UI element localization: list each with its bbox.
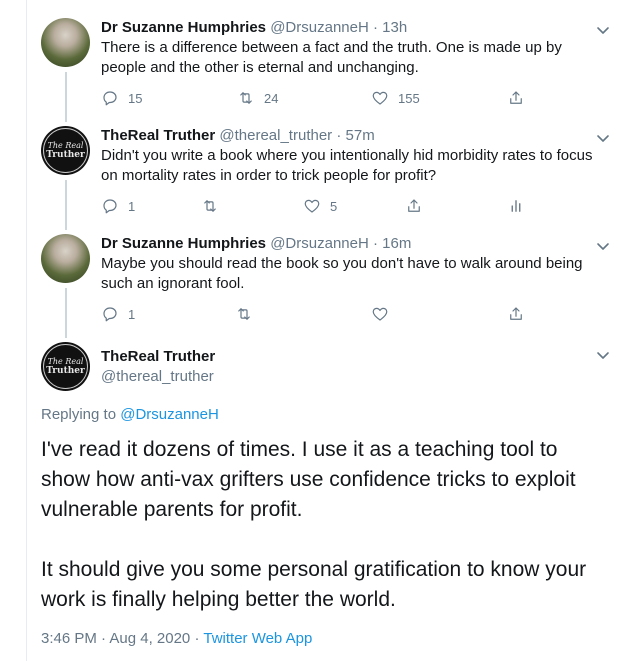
like-button[interactable]: 5 bbox=[303, 196, 337, 216]
retweet-button[interactable] bbox=[201, 196, 219, 216]
author-name[interactable]: TheReal Truther bbox=[101, 127, 215, 144]
share-icon bbox=[510, 307, 522, 320]
tweet-text: There is a difference between a fact and… bbox=[101, 39, 562, 76]
share-icon bbox=[510, 91, 522, 104]
like-count: 5 bbox=[330, 198, 338, 214]
author-block: TheReal Truther @thereal_truther bbox=[101, 347, 215, 387]
replying-prefix: Replying to bbox=[41, 406, 117, 423]
author-handle[interactable]: @thereal_truther bbox=[219, 127, 332, 144]
reply-button[interactable]: 15 bbox=[101, 88, 142, 108]
tweet-body: Dr Suzanne Humphries @DrsuzanneH · 13h T… bbox=[101, 18, 611, 78]
avatar-logo-line2: Truther bbox=[46, 366, 85, 376]
author-name[interactable]: Dr Suzanne Humphries bbox=[101, 235, 266, 252]
avatar[interactable]: The Real Truther bbox=[41, 342, 90, 391]
tweet-timestamp[interactable]: 3:46 PM · Aug 4, 2020 bbox=[41, 630, 190, 647]
tweet-time[interactable]: 57m bbox=[346, 127, 375, 144]
tweet-source-app[interactable]: Twitter Web App bbox=[203, 630, 312, 647]
avatar[interactable]: The Real Truther bbox=[41, 126, 90, 175]
author-handle[interactable]: @DrsuzanneH bbox=[270, 19, 369, 36]
tweet[interactable]: Dr Suzanne Humphries @DrsuzanneH · 13h T… bbox=[41, 18, 611, 118]
retweet-icon bbox=[238, 308, 250, 320]
tweet-meta: 3:46 PM · Aug 4, 2020 · Twitter Web App bbox=[41, 630, 312, 647]
tweet-actions: 15 24 155 bbox=[101, 88, 561, 108]
analytics-button[interactable] bbox=[507, 196, 525, 216]
avatar[interactable] bbox=[41, 18, 90, 67]
avatar[interactable] bbox=[41, 234, 90, 283]
avatar-logo: The Real Truther bbox=[43, 128, 88, 173]
retweet-button[interactable]: 24 bbox=[237, 88, 278, 108]
retweet-count: 24 bbox=[264, 90, 279, 106]
author-name[interactable]: Dr Suzanne Humphries bbox=[101, 19, 266, 36]
reply-button[interactable]: 1 bbox=[101, 304, 135, 324]
tweet-text: Maybe you should read the book so you do… bbox=[101, 255, 583, 292]
separator: · bbox=[372, 19, 378, 36]
tweet-header: TheReal Truther @thereal_truther · 57m bbox=[101, 126, 611, 146]
reply-icon bbox=[103, 91, 117, 106]
tweet-body: TheReal Truther @thereal_truther · 57m D… bbox=[101, 126, 611, 186]
like-button[interactable] bbox=[371, 304, 389, 324]
retweet-button[interactable] bbox=[235, 304, 253, 324]
separator: · bbox=[336, 127, 342, 144]
reply-count: 15 bbox=[128, 90, 143, 106]
avatar-logo-line1: The Real bbox=[47, 141, 84, 150]
like-icon bbox=[372, 91, 388, 105]
chevron-down-icon[interactable] bbox=[595, 22, 611, 38]
separator: · bbox=[372, 235, 378, 252]
retweet-icon bbox=[204, 200, 216, 212]
reply-count: 1 bbox=[128, 198, 136, 214]
analytics-icon bbox=[511, 200, 521, 212]
chevron-down-icon[interactable] bbox=[595, 130, 611, 146]
tweet-time[interactable]: 16m bbox=[382, 235, 411, 252]
tweet-text: Didn't you write a book where you intent… bbox=[101, 147, 593, 184]
chevron-down-icon[interactable] bbox=[595, 347, 611, 363]
main-tweet-text: I've read it dozens of times. I use it a… bbox=[41, 435, 601, 615]
avatar-logo-line2: Truther bbox=[46, 150, 85, 160]
author-handle[interactable]: @DrsuzanneH bbox=[270, 235, 369, 252]
tweet-actions: 1 5 bbox=[101, 196, 561, 216]
tweet-header: Dr Suzanne Humphries @DrsuzanneH · 16m bbox=[101, 234, 611, 254]
author-name[interactable]: TheReal Truther bbox=[101, 347, 215, 367]
main-tweet-header: The Real Truther TheReal Truther @therea… bbox=[41, 342, 611, 394]
chevron-down-icon[interactable] bbox=[595, 238, 611, 254]
tweet-header: Dr Suzanne Humphries @DrsuzanneH · 13h bbox=[101, 18, 611, 38]
reply-count: 1 bbox=[128, 306, 136, 322]
tweet-body: Dr Suzanne Humphries @DrsuzanneH · 16m M… bbox=[101, 234, 611, 294]
reply-icon bbox=[103, 307, 117, 322]
reply-button[interactable]: 1 bbox=[101, 196, 135, 216]
tweet[interactable]: Dr Suzanne Humphries @DrsuzanneH · 16m M… bbox=[41, 234, 611, 334]
share-button[interactable] bbox=[507, 304, 525, 324]
share-button[interactable] bbox=[507, 88, 525, 108]
replying-to: Replying to @DrsuzanneH bbox=[41, 406, 219, 423]
like-icon bbox=[304, 199, 320, 213]
tweet[interactable]: The Real Truther TheReal Truther @therea… bbox=[41, 126, 611, 226]
reply-icon bbox=[103, 199, 117, 214]
like-icon bbox=[372, 307, 388, 321]
like-count: 155 bbox=[398, 90, 420, 106]
avatar-logo-line1: The Real bbox=[47, 357, 84, 366]
main-tweet-paragraph: It should give you some personal gratifi… bbox=[41, 558, 587, 611]
author-handle[interactable]: @thereal_truther bbox=[101, 367, 215, 387]
share-icon bbox=[408, 199, 420, 212]
like-button[interactable]: 155 bbox=[371, 88, 420, 108]
avatar-logo: The Real Truther bbox=[43, 344, 88, 389]
retweet-icon bbox=[240, 92, 252, 104]
replying-to-link[interactable]: @DrsuzanneH bbox=[120, 406, 219, 423]
main-tweet-paragraph: I've read it dozens of times. I use it a… bbox=[41, 438, 576, 521]
share-button[interactable] bbox=[405, 196, 423, 216]
tweet-time[interactable]: 13h bbox=[382, 19, 407, 36]
separator: · bbox=[194, 630, 200, 647]
tweet-actions: 1 bbox=[101, 304, 561, 324]
